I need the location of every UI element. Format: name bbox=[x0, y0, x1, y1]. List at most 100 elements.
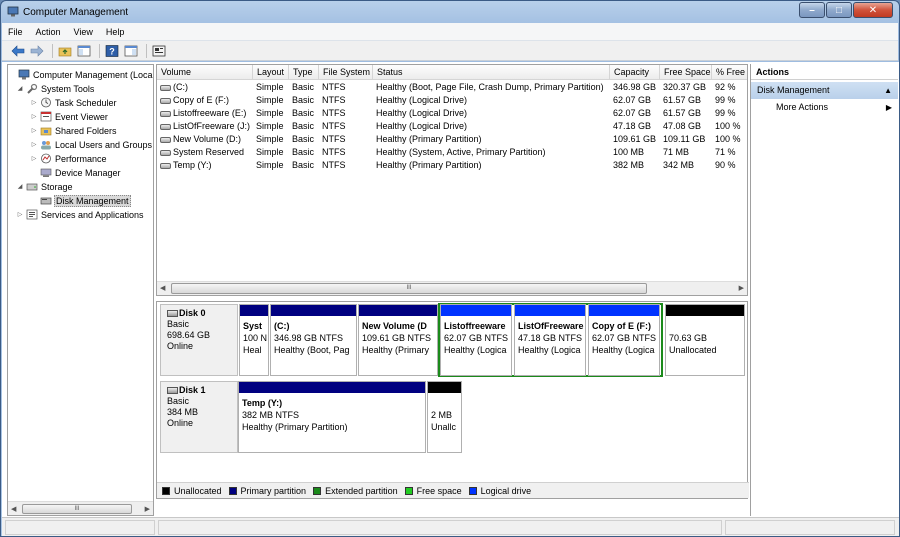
volume-row[interactable]: Listoffreeware (E:) Simple Basic NTFS Health… bbox=[157, 107, 747, 120]
collapsed-icon[interactable]: ▷ bbox=[16, 211, 24, 218]
volume-cell-type: Basic bbox=[292, 121, 315, 131]
minimize-button[interactable]: – bbox=[799, 2, 825, 18]
back-button[interactable] bbox=[10, 43, 26, 59]
volume-row[interactable]: System Reserved Simple Basic NTFS Healthy (S… bbox=[157, 146, 747, 159]
partition-color-bar bbox=[589, 305, 659, 316]
volume-name-cell: Temp (Y:) bbox=[157, 159, 253, 172]
partition-block[interactable]: New Volume (D 109.61 GB NTFS Healthy (Prim… bbox=[358, 304, 438, 376]
unallocated-block[interactable]: 2 MB Unallc bbox=[427, 381, 462, 453]
up-one-level-button[interactable] bbox=[57, 43, 73, 59]
show-hide-action-pane-button[interactable] bbox=[123, 43, 139, 59]
collapsed-icon[interactable]: ▷ bbox=[30, 127, 38, 134]
partition-size: 100 N bbox=[243, 333, 268, 343]
tree-horizontal-scrollbar[interactable]: ◀ III ▶ bbox=[8, 501, 153, 515]
folder-up-icon bbox=[58, 47, 72, 56]
show-hide-console-tree-button[interactable] bbox=[76, 43, 92, 59]
volume-row[interactable]: New Volume (D:) Simple Basic NTFS Healthy (P… bbox=[157, 133, 747, 146]
volume-list-horizontal-scrollbar[interactable]: ◀ III ▶ bbox=[157, 281, 747, 295]
legend-swatch bbox=[313, 486, 322, 495]
svg-text:?: ? bbox=[109, 46, 115, 56]
tree-item-performance[interactable]: ▷ Performance bbox=[30, 152, 108, 165]
close-button[interactable]: ✕ bbox=[853, 2, 893, 18]
partition-block[interactable]: ListOfFreeware 47.18 GB NTFS Healthy (Logi… bbox=[514, 304, 586, 376]
tree-item-computer-management-local[interactable]: Computer Management (Local bbox=[8, 68, 154, 81]
volume-cell-file-system: NTFS bbox=[322, 121, 346, 131]
partition-block[interactable]: Listoffreeware 62.07 GB NTFS Healthy (Logi… bbox=[440, 304, 512, 376]
tree-item-local-users-and-groups[interactable]: ▷ Local Users and Groups bbox=[30, 138, 153, 151]
column-header-layout[interactable]: Layout bbox=[253, 65, 289, 80]
column-header-file-system[interactable]: File System bbox=[319, 65, 373, 80]
tree-item-task-scheduler[interactable]: ▷ Task Scheduler bbox=[30, 96, 118, 109]
column-header-type[interactable]: Type bbox=[289, 65, 319, 80]
status-cell-left bbox=[5, 520, 155, 535]
partition-color-bar bbox=[239, 382, 425, 393]
tree-item-system-tools[interactable]: ◢ System Tools bbox=[16, 82, 95, 95]
volume-name: System Reserved bbox=[173, 147, 245, 157]
unallocated-block[interactable]: 70.63 GB Unallocated bbox=[665, 304, 745, 376]
tree-scroll-thumb[interactable]: III bbox=[22, 503, 132, 514]
actions-section-disk-management[interactable]: Disk Management ▲ bbox=[751, 82, 898, 99]
tree-item-device-manager[interactable]: Device Manager bbox=[30, 166, 122, 179]
collapsed-icon[interactable]: ▷ bbox=[30, 99, 38, 106]
disk-info[interactable]: Disk 0 Basic 698.64 GB Online bbox=[160, 304, 238, 376]
partition-block[interactable]: (C:) 346.98 GB NTFS Healthy (Boot, Pag bbox=[270, 304, 357, 376]
column-header-volume[interactable]: Volume bbox=[157, 65, 253, 80]
expanded-icon[interactable]: ◢ bbox=[16, 85, 24, 92]
volume-row[interactable]: ListOfFreeware (J:) Simple Basic NTFS Health… bbox=[157, 120, 747, 133]
legend-swatch bbox=[162, 486, 170, 495]
collapse-up-icon[interactable]: ▲ bbox=[884, 82, 892, 99]
menu-action[interactable]: Action bbox=[36, 27, 61, 37]
volume-cell-status: Healthy (Boot, Page File, Crash Dump, Pr… bbox=[376, 82, 604, 92]
forward-button[interactable] bbox=[29, 43, 45, 59]
tree-item-label: Computer Management (Local bbox=[33, 69, 154, 80]
menu-help[interactable]: Help bbox=[106, 27, 125, 37]
tree-item-label: Local Users and Groups bbox=[55, 139, 153, 150]
collapsed-icon[interactable]: ▷ bbox=[30, 113, 38, 120]
partition-block[interactable]: Syst 100 N Heal bbox=[239, 304, 269, 376]
scroll-left-arrow-icon[interactable]: ◀ bbox=[11, 505, 16, 513]
volume-cell-free: 99 % bbox=[715, 95, 736, 105]
partition-block[interactable]: Temp (Y:) 382 MB NTFS Healthy (Primary Par… bbox=[238, 381, 426, 453]
tree-item-event-viewer[interactable]: ▷ Event Viewer bbox=[30, 110, 109, 123]
column-header-free-space[interactable]: Free Space bbox=[660, 65, 712, 80]
more-actions-item[interactable]: More Actions ▶ bbox=[751, 99, 898, 116]
properties-button[interactable] bbox=[151, 43, 167, 59]
tree-item-services-and-applications[interactable]: ▷ Services and Applications bbox=[16, 208, 145, 221]
tree-item-disk-management[interactable]: Disk Management bbox=[30, 194, 131, 207]
column-header-capacity[interactable]: Capacity bbox=[610, 65, 660, 80]
volume-cell-type: Basic bbox=[292, 147, 315, 157]
volume-row[interactable]: Temp (Y:) Simple Basic NTFS Healthy (Primary… bbox=[157, 159, 747, 172]
tree-item-storage[interactable]: ◢ Storage bbox=[16, 180, 74, 193]
partition-size: 47.18 GB NTFS bbox=[518, 333, 583, 343]
volume-row[interactable]: (C:) Simple Basic NTFS Healthy (Boot, Page F… bbox=[157, 81, 747, 94]
disk-info[interactable]: Disk 1 Basic 384 MB Online bbox=[160, 381, 238, 453]
volume-cell-layout: Simple bbox=[256, 108, 284, 118]
toolbar-separator bbox=[52, 43, 53, 58]
volume-name: (C:) bbox=[173, 82, 188, 92]
menu-view[interactable]: View bbox=[74, 27, 93, 37]
help-button[interactable]: ? bbox=[104, 43, 120, 59]
toolbar-separator bbox=[146, 43, 147, 58]
volume-scroll-thumb[interactable]: III bbox=[171, 283, 647, 294]
maximize-button[interactable]: □ bbox=[826, 2, 852, 18]
collapsed-icon[interactable]: ▷ bbox=[30, 155, 38, 162]
volume-row[interactable]: Copy of E (F:) Simple Basic NTFS Healthy (Lo… bbox=[157, 94, 747, 107]
volume-name-cell: ListOfFreeware (J:) bbox=[157, 120, 253, 133]
title-bar[interactable]: Computer Management – □ ✕ bbox=[1, 1, 899, 23]
volume-cell-capacity: 62.07 GB bbox=[613, 95, 652, 105]
partition-block[interactable]: Copy of E (F:) 62.07 GB NTFS Healthy (Logi… bbox=[588, 304, 660, 376]
volume-cell-file-system: NTFS bbox=[322, 95, 346, 105]
volume-cell-layout: Simple bbox=[256, 134, 284, 144]
tree-item-shared-folders[interactable]: ▷ Shared Folders bbox=[30, 124, 118, 137]
scroll-right-arrow-icon[interactable]: ▶ bbox=[739, 284, 744, 292]
scroll-left-arrow-icon[interactable]: ◀ bbox=[160, 284, 165, 292]
column-header-free[interactable]: % Free bbox=[712, 65, 747, 80]
menu-file[interactable]: File bbox=[8, 27, 23, 37]
more-actions-label: More Actions bbox=[776, 102, 829, 112]
volume-cell-free: 100 % bbox=[715, 121, 741, 131]
collapsed-icon[interactable]: ▷ bbox=[30, 141, 38, 148]
expanded-icon[interactable]: ◢ bbox=[16, 183, 24, 190]
scroll-right-arrow-icon[interactable]: ▶ bbox=[145, 505, 150, 513]
tree-item-label: Shared Folders bbox=[55, 125, 117, 136]
column-header-status[interactable]: Status bbox=[373, 65, 610, 80]
